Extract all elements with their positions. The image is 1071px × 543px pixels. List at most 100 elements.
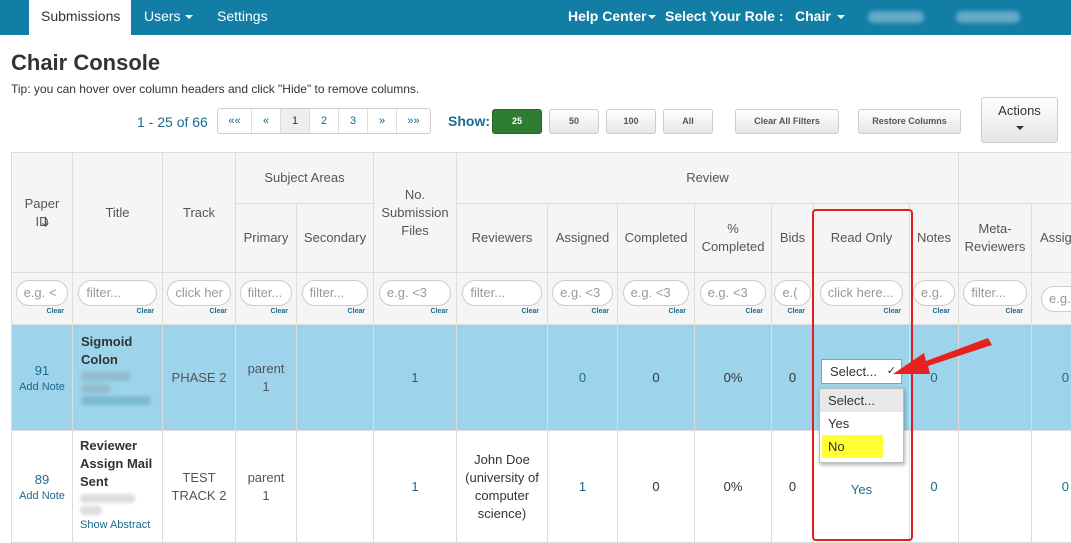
row-assigned-link[interactable]: 0	[548, 325, 618, 431]
page-title: Chair Console	[11, 50, 161, 75]
row-assigned-link[interactable]: 1	[548, 431, 618, 543]
filter-reviewers-input[interactable]: filter...	[462, 280, 542, 306]
paper-id-link[interactable]: 91	[35, 362, 49, 380]
filter-bids-input[interactable]: e.(	[774, 280, 811, 306]
row-primary-cell: parent 1	[236, 431, 297, 543]
paper-id-link[interactable]: 89	[35, 471, 49, 489]
reviewer-name[interactable]: John Doe (university of computer science…	[462, 451, 542, 523]
filter-paper-id-input[interactable]: e.g. <	[15, 280, 69, 306]
filter-primary-input[interactable]: filter...	[239, 280, 293, 306]
page-3-button[interactable]: 3	[339, 109, 368, 133]
row-reviewers-cell	[457, 325, 548, 431]
filter-meta-reviewers-input[interactable]: filter...	[963, 280, 1027, 306]
header-submission-files[interactable]: No. Submission Files	[374, 152, 457, 273]
row-bids-cell: 0	[772, 325, 814, 431]
row-notes-link[interactable]: 0	[910, 431, 959, 543]
clear-filter-link[interactable]: Clear	[136, 307, 154, 317]
row-notes-link[interactable]: 0	[910, 325, 959, 431]
user-menu-blurred[interactable]	[956, 11, 1020, 23]
next-page-button[interactable]: »	[368, 109, 397, 133]
filter-pct-input[interactable]: e.g. <3	[699, 280, 767, 306]
filter-assigned-input[interactable]: e.g. <3	[552, 280, 613, 306]
row-assigned-2-link[interactable]: 0	[1032, 325, 1071, 431]
filter-bids-cell: e.(Clear	[772, 273, 814, 325]
filter-notes-input[interactable]: e.g.	[912, 280, 956, 306]
row-assigned-2-link[interactable]: 0	[1032, 431, 1071, 543]
clear-all-filters-button[interactable]: Clear All Filters	[735, 109, 839, 134]
clear-filter-link[interactable]: Clear	[787, 307, 805, 317]
header-pct-completed[interactable]: % Completed	[695, 204, 772, 273]
show-100-button[interactable]: 100	[606, 109, 656, 134]
clear-filter-link[interactable]: Clear	[270, 307, 288, 317]
clear-filter-link[interactable]: Clear	[932, 307, 950, 317]
row-primary-cell: parent 1	[236, 325, 297, 431]
role-selector[interactable]: Chair	[795, 0, 845, 35]
header-title[interactable]: Title	[73, 152, 163, 273]
user-name-blurred[interactable]	[868, 11, 924, 23]
clear-filter-link[interactable]: Clear	[521, 307, 539, 317]
clear-filter-link[interactable]: Clear	[347, 307, 365, 317]
show-all-button[interactable]: All	[663, 109, 713, 134]
clear-filter-link[interactable]: Clear	[1005, 307, 1023, 317]
row-pct-cell: 0%	[695, 431, 772, 543]
show-25-button[interactable]: 25	[492, 109, 542, 134]
blurred-author	[80, 506, 102, 515]
filter-files-input[interactable]: e.g. <3	[378, 280, 452, 306]
last-page-button[interactable]: »»	[397, 109, 430, 133]
clear-filter-link[interactable]: Clear	[209, 307, 227, 317]
filter-meta-reviewers-cell: filter... Clear	[959, 273, 1032, 325]
filter-track-input[interactable]: click her	[167, 280, 231, 306]
track-name: TEST TRACK 2	[171, 469, 227, 503]
page-2-button[interactable]: 2	[310, 109, 339, 133]
filter-completed-cell: e.g. <3 Clear	[618, 273, 695, 325]
header-reviewers[interactable]: Reviewers	[457, 204, 548, 273]
add-note-link[interactable]: Add Note	[19, 489, 65, 503]
row-files-link[interactable]: 1	[374, 431, 457, 543]
add-note-link[interactable]: Add Note	[19, 380, 65, 394]
header-secondary[interactable]: Secondary	[297, 204, 374, 273]
filter-title-input[interactable]: filter...	[78, 280, 157, 306]
first-page-button[interactable]: ««	[218, 109, 252, 133]
actions-button[interactable]: Actions	[981, 97, 1058, 143]
clear-filter-link[interactable]: Clear	[430, 307, 448, 317]
header-assigned-2[interactable]: Assig	[1032, 204, 1071, 273]
sort-down-arrow-icon[interactable]: 🡓	[42, 213, 49, 231]
prev-page-button[interactable]: «	[252, 109, 281, 133]
row-completed-cell: 0	[618, 325, 695, 431]
header-primary[interactable]: Primary	[236, 204, 297, 273]
help-center-menu[interactable]: Help Center	[568, 0, 656, 35]
header-subject-areas: Subject Areas	[236, 152, 374, 204]
header-assigned[interactable]: Assigned	[548, 204, 618, 273]
header-track[interactable]: Track	[163, 152, 236, 273]
actions-label: Actions	[998, 103, 1041, 118]
clear-filter-link[interactable]: Clear	[591, 307, 609, 317]
page-1-button[interactable]: 1	[281, 109, 310, 133]
filter-assigned-2-input[interactable]: e.g.	[1041, 285, 1071, 312]
show-50-button[interactable]: 50	[549, 109, 599, 134]
filter-paper-id-cell: e.g. < Clear	[11, 273, 73, 325]
restore-columns-button[interactable]: Restore Columns	[858, 109, 961, 134]
header-meta-reviewers[interactable]: Meta-Reviewers	[959, 204, 1032, 273]
row-completed-cell: 0	[618, 431, 695, 543]
clear-filter-link[interactable]: Clear	[745, 307, 763, 317]
show-abstract-link[interactable]: Show Abstract	[80, 519, 150, 532]
row-files-link[interactable]: 1	[374, 325, 457, 431]
chevron-down-icon	[647, 15, 656, 20]
clear-filter-link[interactable]: Clear	[668, 307, 686, 317]
tab-submissions[interactable]: Submissions	[29, 0, 131, 35]
header-bids[interactable]: Bids	[772, 204, 814, 273]
blurred-link	[81, 396, 151, 405]
header-paper-id[interactable]: Paper ID 🡓	[11, 152, 73, 273]
row-title-cell: Reviewer Assign Mail Sent Show Abstract	[73, 431, 163, 543]
header-completed[interactable]: Completed	[618, 204, 695, 273]
clear-filter-link[interactable]: Clear	[46, 307, 64, 317]
role-label: Select Your Role :	[665, 8, 784, 24]
tab-settings[interactable]: Settings	[205, 0, 280, 35]
header-notes[interactable]: Notes	[910, 204, 959, 273]
help-center-label: Help Center	[568, 8, 647, 24]
filter-secondary-input[interactable]: filter...	[301, 280, 369, 306]
row-secondary-cell	[297, 325, 374, 431]
filter-completed-input[interactable]: e.g. <3	[622, 280, 690, 306]
tab-users[interactable]: Users	[132, 0, 205, 35]
row-track-cell: TEST TRACK 2	[163, 431, 236, 543]
